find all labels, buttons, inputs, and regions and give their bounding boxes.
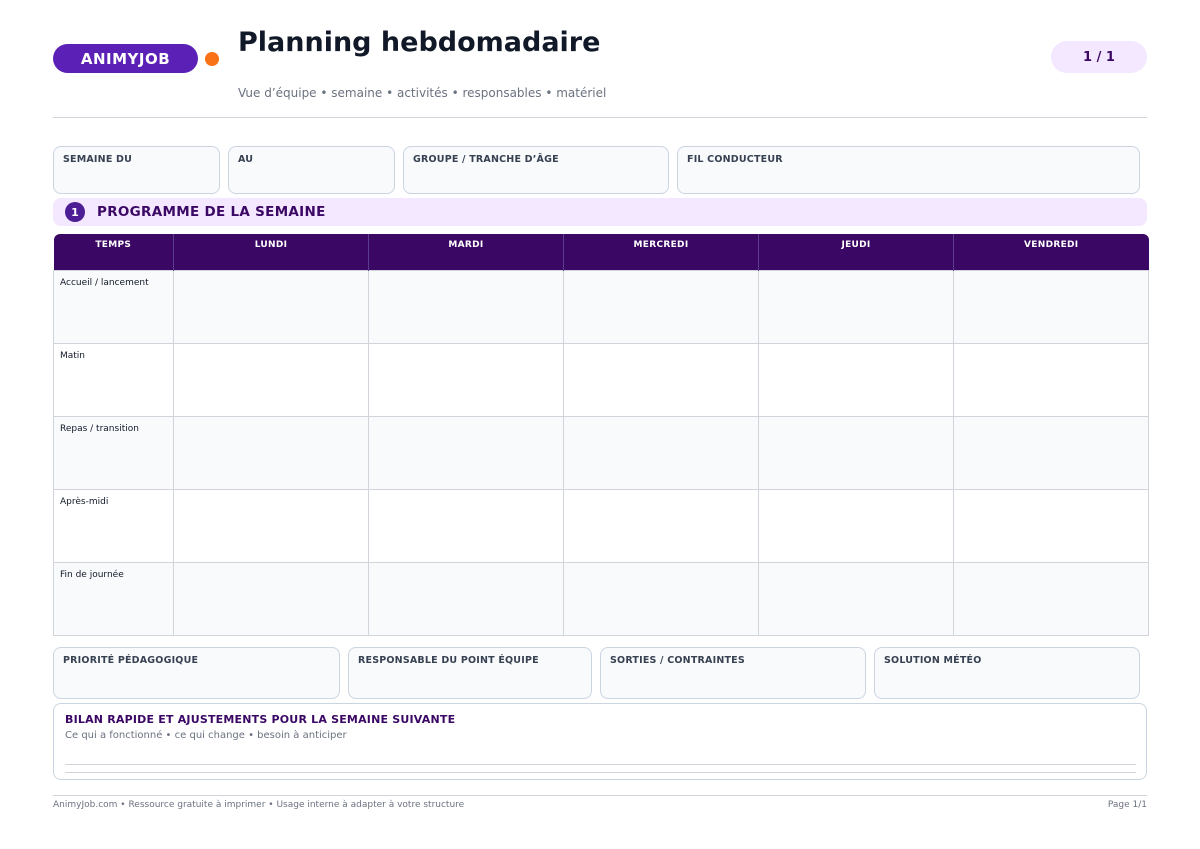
section-title: PROGRAMME DE LA SEMAINE	[97, 204, 326, 220]
time-slot-label: Matin	[53, 342, 174, 417]
weather-field[interactable]: SOLUTION MÉTÉO	[874, 647, 1140, 699]
page-indicator: 1 / 1	[1051, 41, 1147, 73]
schedule-cell[interactable]	[953, 342, 1149, 417]
footer-text: AnimyJob.com • Ressource gratuite à impr…	[53, 800, 465, 810]
schedule-cell[interactable]	[563, 269, 759, 344]
time-slot-label: Après-midi	[53, 488, 174, 563]
schedule-cell[interactable]	[173, 269, 369, 344]
brand-dot-icon	[205, 52, 219, 66]
schedule-cell[interactable]	[563, 342, 759, 417]
outings-label: SORTIES / CONTRAINTES	[610, 655, 745, 666]
schedule-cell[interactable]	[758, 342, 954, 417]
schedule-cell[interactable]	[563, 488, 759, 563]
column-header: MERCREDI	[563, 234, 759, 270]
schedule-cell[interactable]	[953, 415, 1149, 490]
schedule-cell[interactable]	[368, 269, 564, 344]
writing-line	[65, 772, 1136, 773]
weekly-schedule-table: TEMPS LUNDI MARDI MERCREDI JEUDI VENDRED…	[53, 234, 1149, 636]
group-field[interactable]: GROUPE / TRANCHE D’ÂGE	[403, 146, 669, 194]
schedule-cell[interactable]	[953, 269, 1149, 344]
section-header: 1 PROGRAMME DE LA SEMAINE	[53, 198, 1147, 226]
brand-logo: ANIMYJOB	[53, 44, 198, 73]
weather-label: SOLUTION MÉTÉO	[884, 655, 982, 666]
schedule-cell[interactable]	[563, 415, 759, 490]
schedule-cell[interactable]	[368, 561, 564, 636]
schedule-cell[interactable]	[563, 561, 759, 636]
bilan-box[interactable]: BILAN RAPIDE ET AJUSTEMENTS POUR LA SEMA…	[53, 703, 1147, 780]
column-header: MARDI	[368, 234, 564, 270]
schedule-cell[interactable]	[368, 488, 564, 563]
header-divider	[53, 117, 1147, 118]
footer-divider	[53, 795, 1147, 796]
table-row: Repas / transition	[53, 415, 1149, 490]
page-title: Planning hebdomadaire	[238, 27, 601, 58]
table-row: Fin de journée	[53, 561, 1149, 636]
week-to-field[interactable]: AU	[228, 146, 395, 194]
column-header: LUNDI	[173, 234, 369, 270]
schedule-cell[interactable]	[173, 561, 369, 636]
team-lead-label: RESPONSABLE DU POINT ÉQUIPE	[358, 655, 539, 666]
footer-page-number: Page 1/1	[1107, 800, 1147, 810]
schedule-cell[interactable]	[758, 561, 954, 636]
time-slot-label: Repas / transition	[53, 415, 174, 490]
table-header-row: TEMPS LUNDI MARDI MERCREDI JEUDI VENDRED…	[53, 234, 1149, 270]
theme-field[interactable]: FIL CONDUCTEUR	[677, 146, 1140, 194]
column-header: VENDREDI	[953, 234, 1149, 270]
team-lead-field[interactable]: RESPONSABLE DU POINT ÉQUIPE	[348, 647, 592, 699]
page-subtitle: Vue d’équipe • semaine • activités • res…	[238, 86, 607, 100]
priority-label: PRIORITÉ PÉDAGOGIQUE	[63, 655, 199, 666]
group-label: GROUPE / TRANCHE D’ÂGE	[413, 154, 559, 165]
priority-field[interactable]: PRIORITÉ PÉDAGOGIQUE	[53, 647, 340, 699]
schedule-cell[interactable]	[953, 561, 1149, 636]
time-slot-label: Fin de journée	[53, 561, 174, 636]
schedule-cell[interactable]	[758, 488, 954, 563]
table-row: Après-midi	[53, 488, 1149, 563]
column-header: TEMPS	[53, 234, 174, 270]
schedule-cell[interactable]	[368, 415, 564, 490]
outings-field[interactable]: SORTIES / CONTRAINTES	[600, 647, 866, 699]
schedule-cell[interactable]	[953, 488, 1149, 563]
writing-line	[65, 764, 1136, 765]
table-row: Matin	[53, 342, 1149, 417]
week-to-label: AU	[238, 154, 254, 165]
week-from-label: SEMAINE DU	[63, 154, 133, 165]
bilan-subtitle: Ce qui a fonctionné • ce qui change • be…	[65, 730, 347, 741]
schedule-cell[interactable]	[173, 342, 369, 417]
schedule-cell[interactable]	[758, 415, 954, 490]
schedule-cell[interactable]	[173, 415, 369, 490]
week-from-field[interactable]: SEMAINE DU	[53, 146, 220, 194]
column-header: JEUDI	[758, 234, 954, 270]
bilan-title: BILAN RAPIDE ET AJUSTEMENTS POUR LA SEMA…	[65, 713, 456, 726]
section-number-badge: 1	[65, 202, 85, 222]
table-row: Accueil / lancement	[53, 269, 1149, 344]
schedule-cell[interactable]	[368, 342, 564, 417]
theme-label: FIL CONDUCTEUR	[687, 154, 783, 165]
schedule-cell[interactable]	[173, 488, 369, 563]
time-slot-label: Accueil / lancement	[53, 269, 174, 344]
schedule-cell[interactable]	[758, 269, 954, 344]
